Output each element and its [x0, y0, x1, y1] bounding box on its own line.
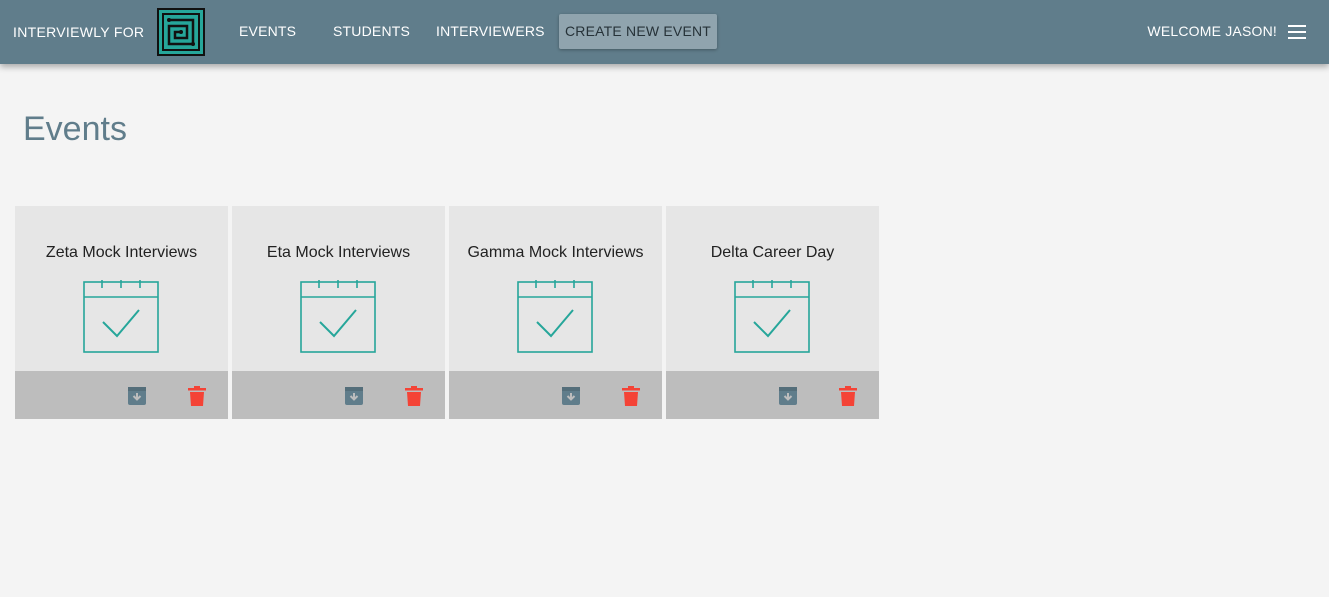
- trash-icon[interactable]: [622, 386, 640, 406]
- event-card[interactable]: Eta Mock Interviews: [232, 206, 445, 419]
- circuit-logo-icon[interactable]: [157, 8, 205, 56]
- top-navbar: INTERVIEWLY FOR EVENTS STUDENTS INTERVIE…: [0, 0, 1329, 64]
- event-card-title: Zeta Mock Interviews: [45, 244, 198, 261]
- page-title: Events: [23, 110, 127, 148]
- trash-icon[interactable]: [405, 386, 423, 406]
- event-card-actions: [15, 371, 228, 419]
- event-card-actions: [232, 371, 445, 419]
- archive-icon[interactable]: [561, 386, 581, 406]
- welcome-text: WELCOME JASON!: [1147, 23, 1277, 39]
- calendar-check-icon: [300, 280, 376, 353]
- nav-events[interactable]: EVENTS: [239, 14, 296, 49]
- event-card[interactable]: Gamma Mock Interviews: [449, 206, 662, 419]
- event-card-actions: [449, 371, 662, 419]
- event-card-title: Delta Career Day: [710, 244, 835, 261]
- archive-icon[interactable]: [127, 386, 147, 406]
- event-card[interactable]: Zeta Mock Interviews: [15, 206, 228, 419]
- event-cards-grid: Zeta Mock Interviews Eta Mock Interviews: [15, 206, 879, 419]
- calendar-check-icon: [83, 280, 159, 353]
- event-card[interactable]: Delta Career Day: [666, 206, 879, 419]
- create-new-event-button[interactable]: CREATE NEW EVENT: [559, 14, 718, 49]
- event-card-actions: [666, 371, 879, 419]
- hamburger-menu-icon[interactable]: [1287, 22, 1307, 42]
- archive-icon[interactable]: [778, 386, 798, 406]
- brand-text: INTERVIEWLY FOR: [13, 24, 145, 40]
- calendar-check-icon: [517, 280, 593, 353]
- nav-interviewers[interactable]: INTERVIEWERS: [436, 14, 545, 49]
- event-card-title: Gamma Mock Interviews: [467, 244, 644, 261]
- event-card-title: Eta Mock Interviews: [266, 244, 411, 261]
- calendar-check-icon: [734, 280, 810, 353]
- trash-icon[interactable]: [839, 386, 857, 406]
- nav-students[interactable]: STUDENTS: [333, 14, 410, 49]
- archive-icon[interactable]: [344, 386, 364, 406]
- trash-icon[interactable]: [188, 386, 206, 406]
